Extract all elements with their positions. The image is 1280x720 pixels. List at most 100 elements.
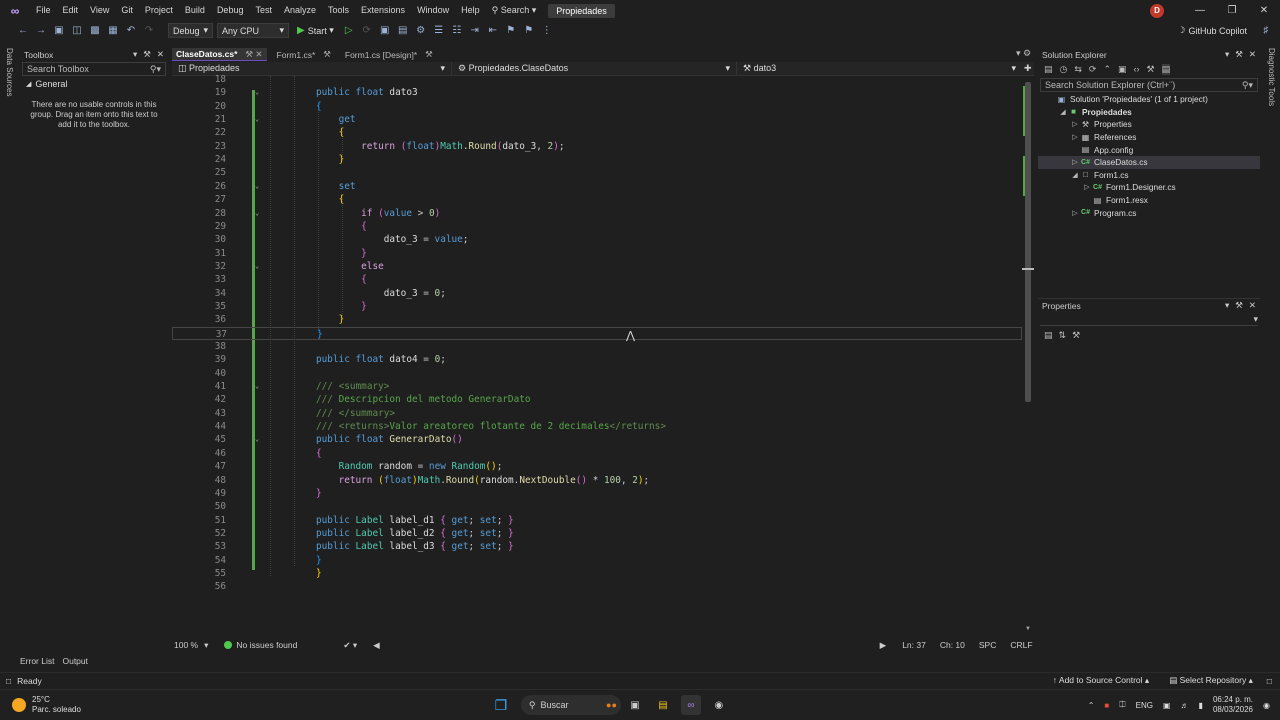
- expander-icon[interactable]: ▷: [1082, 183, 1092, 191]
- line-ending[interactable]: CRLF: [1010, 640, 1032, 650]
- chrome-icon[interactable]: ◉: [709, 695, 729, 715]
- tree-item-form1-cs[interactable]: ◢ □ Form1.cs: [1038, 169, 1260, 182]
- menu-build[interactable]: Build: [179, 0, 211, 21]
- sync-icon[interactable]: ⇆: [1074, 64, 1082, 75]
- bookmark-nav-icon[interactable]: ⚑: [523, 25, 535, 37]
- tree-item-form1-designer-cs[interactable]: ▷ C# Form1.Designer.cs: [1038, 181, 1260, 194]
- file-explorer-icon[interactable]: ▤: [653, 695, 673, 715]
- menu-tools[interactable]: Tools: [322, 0, 355, 21]
- save-icon[interactable]: ▩: [89, 25, 101, 37]
- close-icon[interactable]: ✕: [157, 49, 164, 59]
- fold-chevron-icon[interactable]: ⌄: [255, 113, 259, 126]
- volume-icon[interactable]: ♬: [1181, 701, 1189, 710]
- tab-close-icon[interactable]: ⚒ ✕: [245, 49, 262, 60]
- menu-test[interactable]: Test: [249, 0, 278, 21]
- undo-icon[interactable]: ↶: [125, 25, 137, 37]
- solution-explorer-search-input[interactable]: Search Solution Explorer (Ctrl+¨) ⚲▾: [1040, 78, 1258, 92]
- close-icon[interactable]: ✕: [1249, 300, 1256, 310]
- expander-icon[interactable]: ◢: [1058, 108, 1068, 116]
- diagnostics-icon[interactable]: ▣: [379, 25, 391, 37]
- zoom-level[interactable]: 100 %: [174, 640, 198, 650]
- alphabetical-icon[interactable]: ⇅: [1059, 330, 1067, 341]
- weather-widget[interactable]: 25°C Parc. soleado: [32, 695, 81, 715]
- menu-project[interactable]: Project: [139, 0, 179, 21]
- share-icon[interactable]: ♯: [1260, 25, 1272, 37]
- github-copilot-button[interactable]: ☽ GitHub Copilot: [1177, 25, 1247, 36]
- select-repository-button[interactable]: ▤ Select Repository ▴: [1169, 675, 1253, 686]
- property-pages-icon[interactable]: ⚒: [1072, 330, 1080, 341]
- menu-help[interactable]: Help: [455, 0, 486, 21]
- split-editor-icon[interactable]: ✚: [1024, 63, 1032, 74]
- chevron-down-icon[interactable]: ▾: [204, 640, 208, 651]
- search-button[interactable]: ⚲ Search ▾: [486, 5, 543, 16]
- restore-button[interactable]: ❐: [1216, 5, 1248, 16]
- bookmark-icon[interactable]: ⚑: [505, 25, 517, 37]
- layout-icon[interactable]: ▤: [397, 25, 409, 37]
- menu-analyze[interactable]: Analyze: [278, 0, 322, 21]
- new-project-icon[interactable]: ▣: [53, 25, 65, 37]
- tree-item-form1-resx[interactable]: ▤ Form1.resx: [1038, 194, 1260, 207]
- fold-chevron-icon[interactable]: ⌄: [255, 207, 259, 220]
- hot-reload-icon[interactable]: ⟳: [361, 25, 373, 37]
- scroll-left-icon[interactable]: ◀: [373, 640, 380, 651]
- refresh-icon[interactable]: ⟳: [1089, 64, 1097, 75]
- fold-chevron-icon[interactable]: ⌄: [255, 260, 259, 273]
- toolbox-search-input[interactable]: Search Toolbox ⚲▾: [22, 62, 166, 76]
- task-view-icon[interactable]: ▣: [625, 695, 645, 715]
- navigate-back-icon[interactable]: ←: [17, 25, 29, 37]
- tree-item-app-config[interactable]: ▤ App.config: [1038, 143, 1260, 156]
- pending-changes-icon[interactable]: ◷: [1060, 64, 1068, 75]
- minimize-button[interactable]: —: [1184, 5, 1216, 16]
- tray-app-icon[interactable]: ■: [1104, 701, 1109, 710]
- tree-item-properties[interactable]: ▷ ⚒ Properties: [1038, 118, 1260, 131]
- visual-studio-taskbar-icon[interactable]: ∞: [680, 695, 701, 715]
- scroll-down-icon[interactable]: ▼: [1025, 626, 1031, 632]
- fold-chevron-icon[interactable]: ⌄: [255, 380, 259, 393]
- format-icon[interactable]: ⚙: [415, 25, 427, 37]
- show-all-files-icon[interactable]: ▣: [1118, 64, 1127, 75]
- taskbar-search[interactable]: ⚲ Buscar ●●: [520, 695, 621, 715]
- tree-item-propiedades[interactable]: ◢ ■ Propiedades: [1038, 106, 1260, 119]
- menu-file[interactable]: File: [30, 0, 57, 21]
- menu-view[interactable]: View: [84, 0, 115, 21]
- menu-edit[interactable]: Edit: [57, 0, 85, 21]
- code-cleanup-icon[interactable]: ✔ ▾: [343, 640, 357, 651]
- notification-center-icon[interactable]: ◉: [1263, 701, 1270, 710]
- redo-icon[interactable]: ↷: [143, 25, 155, 37]
- save-all-icon[interactable]: ▦: [107, 25, 119, 37]
- pin-icon[interactable]: ⚒: [143, 49, 151, 59]
- open-folder-icon[interactable]: ◫: [71, 25, 83, 37]
- comment-icon[interactable]: ☰: [433, 25, 445, 37]
- notifications-icon[interactable]: □: [1267, 676, 1272, 686]
- line-number[interactable]: Ln: 37: [902, 640, 926, 650]
- tab-overflow-icon[interactable]: ▾ ⚙: [1016, 48, 1031, 59]
- microphone-icon[interactable]: ⎅: [1119, 700, 1125, 710]
- tab-clasedatos-cs[interactable]: ClaseDatos.cs* ⚒ ✕: [172, 48, 267, 61]
- add-source-control-button[interactable]: ↑ Add to Source Control ▴: [1053, 675, 1149, 686]
- start-button[interactable]: ▶ Start ▾: [297, 25, 334, 36]
- menu-extensions[interactable]: Extensions: [355, 0, 411, 21]
- user-avatar[interactable]: D: [1150, 3, 1164, 18]
- menu-window[interactable]: Window: [411, 0, 455, 21]
- network-icon[interactable]: ▣: [1163, 701, 1171, 710]
- uncomment-icon[interactable]: ☷: [451, 25, 463, 37]
- issues-status[interactable]: No issues found: [236, 640, 297, 650]
- project-badge[interactable]: Propiedades: [548, 3, 615, 18]
- close-icon[interactable]: ✕: [1249, 49, 1256, 59]
- tree-item-references[interactable]: ▷ ▦ References: [1038, 131, 1260, 144]
- tab-close-icon[interactable]: ⚒: [323, 49, 331, 60]
- platform-select[interactable]: Any CPU ▾: [217, 23, 289, 38]
- tree-item-program-cs[interactable]: ▷ C# Program.cs: [1038, 206, 1260, 219]
- diagnostic-tools-tab[interactable]: Diagnostic Tools: [1267, 48, 1276, 106]
- bottom-tab-error-list[interactable]: Error List: [20, 656, 54, 666]
- outdent-icon[interactable]: ⇤: [487, 25, 499, 37]
- editor-vertical-scrollbar[interactable]: ▼: [1022, 76, 1034, 636]
- expander-icon[interactable]: ▷: [1070, 158, 1080, 166]
- tab-form1-cs[interactable]: Form1.cs* ⚒: [273, 48, 335, 61]
- data-sources-tab[interactable]: Data Sources: [5, 48, 14, 96]
- dropdown-icon[interactable]: ▾: [133, 49, 137, 59]
- fold-chevron-icon[interactable]: ⌄: [255, 433, 259, 446]
- expander-icon[interactable]: ▷: [1070, 133, 1080, 141]
- indent-icon[interactable]: ⇥: [469, 25, 481, 37]
- switch-views-icon[interactable]: ▤: [1044, 64, 1053, 75]
